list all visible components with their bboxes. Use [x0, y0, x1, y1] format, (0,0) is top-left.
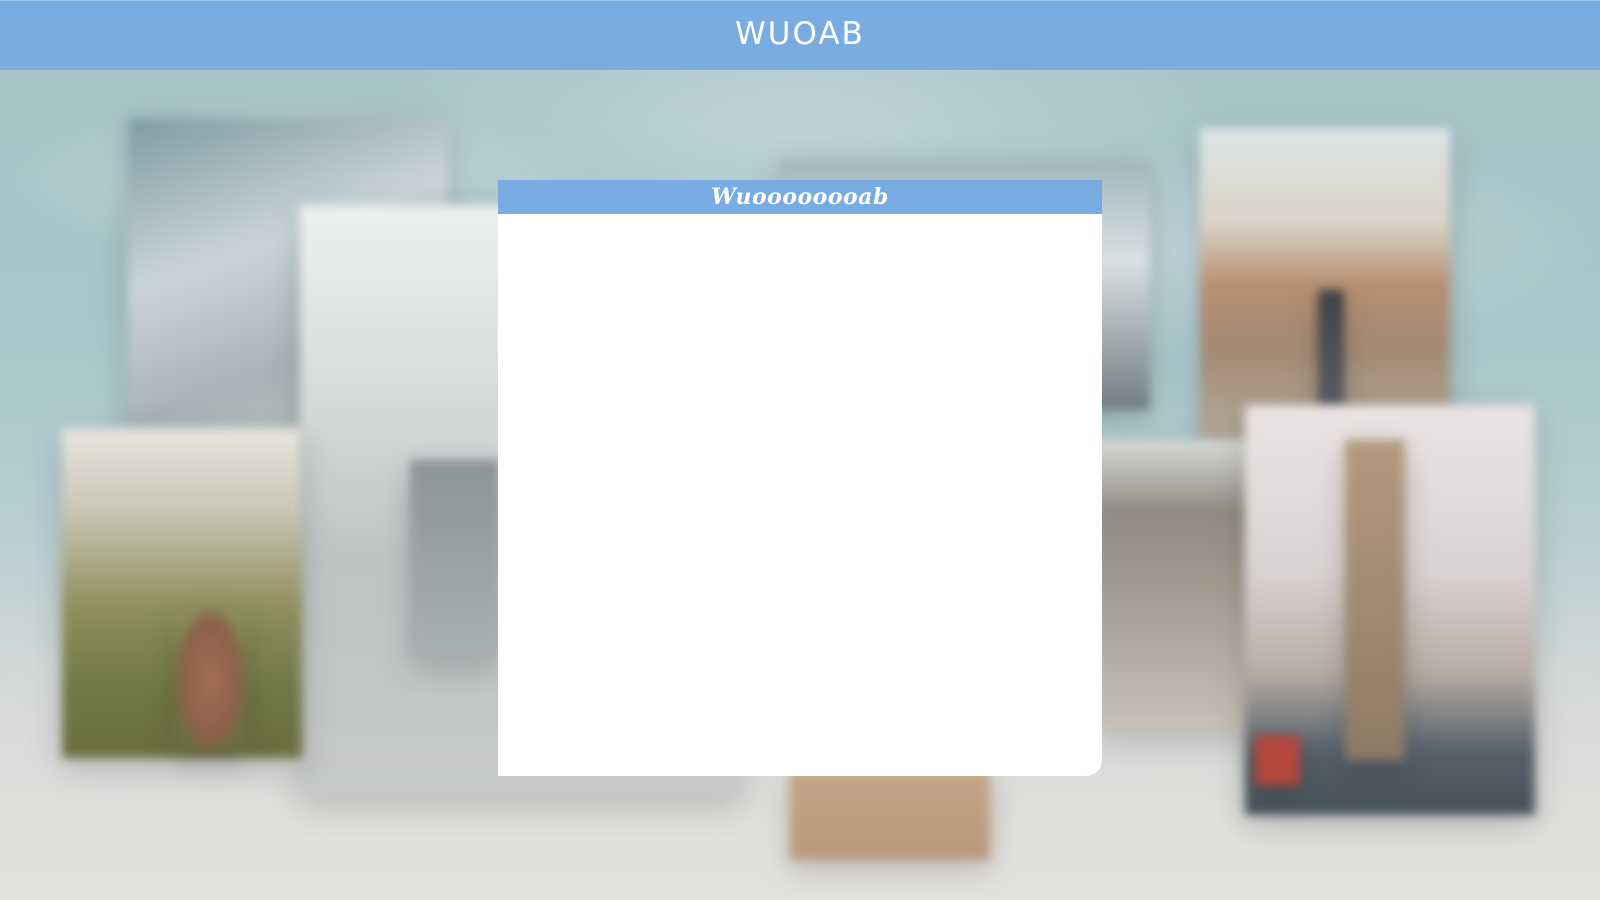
card-title: Wuoooooooab [711, 184, 889, 210]
background-photo-tower-spire [1345, 440, 1405, 760]
background-photo-sand [790, 770, 990, 860]
background-photo-stairs-window [410, 460, 500, 660]
background-photo-road-person [1318, 290, 1344, 410]
card-title-bar: Wuoooooooab [498, 180, 1102, 214]
background-photo-mountain-person [175, 610, 245, 750]
main-card: Wuoooooooab [498, 180, 1102, 776]
header-bar: WUOAB [0, 0, 1600, 70]
card-content [498, 214, 1102, 776]
background-photo-tower-bus [1255, 735, 1300, 785]
site-title[interactable]: WUOAB [735, 16, 865, 52]
